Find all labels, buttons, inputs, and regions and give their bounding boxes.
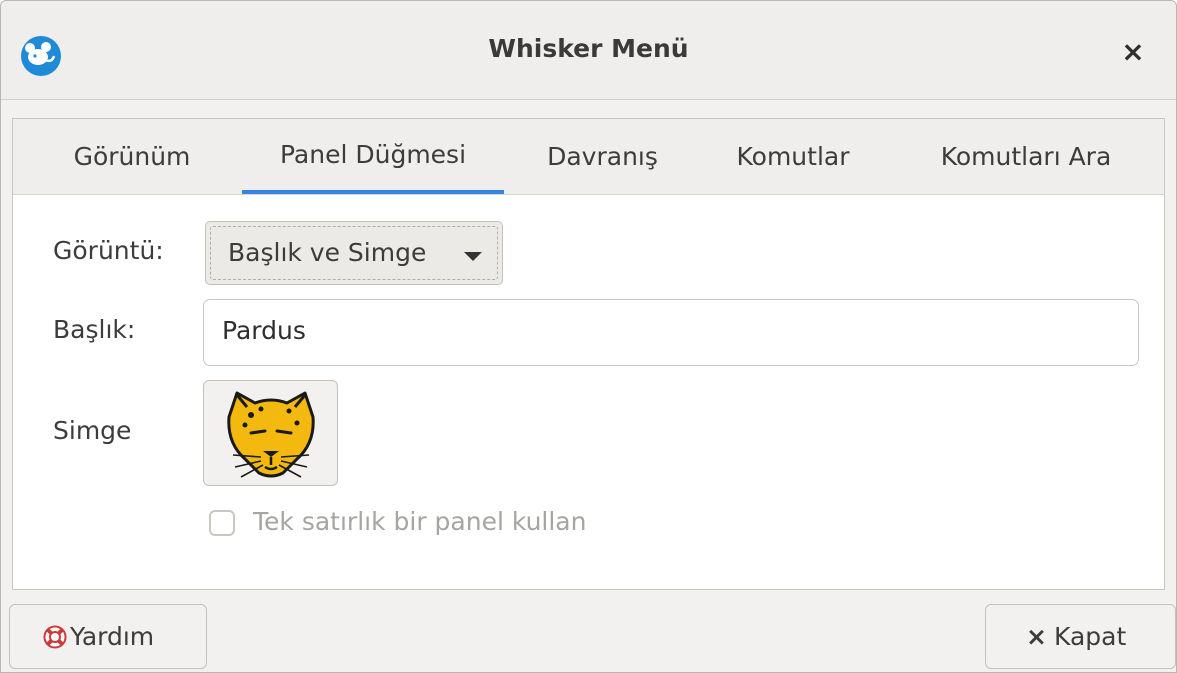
window-close-button[interactable]: × [1120, 38, 1146, 66]
title-bar[interactable]: Whisker Menü × [1, 1, 1176, 100]
tab-appearance[interactable]: Görünüm [42, 119, 222, 194]
tab-commands[interactable]: Komutlar [713, 119, 873, 194]
window-title: Whisker Menü [488, 34, 689, 63]
icon-picker-button[interactable] [203, 380, 338, 486]
help-button[interactable]: Yardım [9, 604, 207, 669]
help-button-label: Yardım [70, 622, 155, 651]
tab-search-commands[interactable]: Komutları Ara [911, 119, 1141, 194]
close-icon: × [1026, 622, 1047, 651]
lifebuoy-icon [43, 625, 67, 649]
title-input-value: Pardus [222, 316, 306, 345]
tab-panel-button[interactable]: Panel Düğmesi [242, 119, 504, 194]
single-row-label: Tek satırlık bir panel kullan [253, 507, 587, 536]
close-button[interactable]: × Kapat [985, 604, 1176, 669]
display-dropdown[interactable]: Başlık ve Simge [205, 221, 503, 285]
tab-behavior[interactable]: Davranış [525, 119, 680, 194]
pardus-leopard-icon [227, 391, 315, 478]
close-button-label: Kapat [1054, 622, 1127, 651]
single-row-checkbox[interactable] [209, 510, 235, 536]
display-dropdown-value: Başlık ve Simge [228, 238, 427, 267]
display-label: Görüntü: [53, 236, 164, 265]
title-input[interactable]: Pardus [203, 299, 1139, 366]
settings-notebook: Görünüm Panel Düğmesi Davranış Komutlar … [12, 118, 1165, 590]
title-label: Başlık: [53, 315, 136, 344]
dialog-window: Whisker Menü × Görünüm Panel Düğmesi Dav… [0, 0, 1177, 673]
tab-bar: Görünüm Panel Düğmesi Davranış Komutlar … [13, 119, 1164, 195]
chevron-down-icon [464, 252, 482, 261]
icon-label: Simge [53, 416, 132, 445]
